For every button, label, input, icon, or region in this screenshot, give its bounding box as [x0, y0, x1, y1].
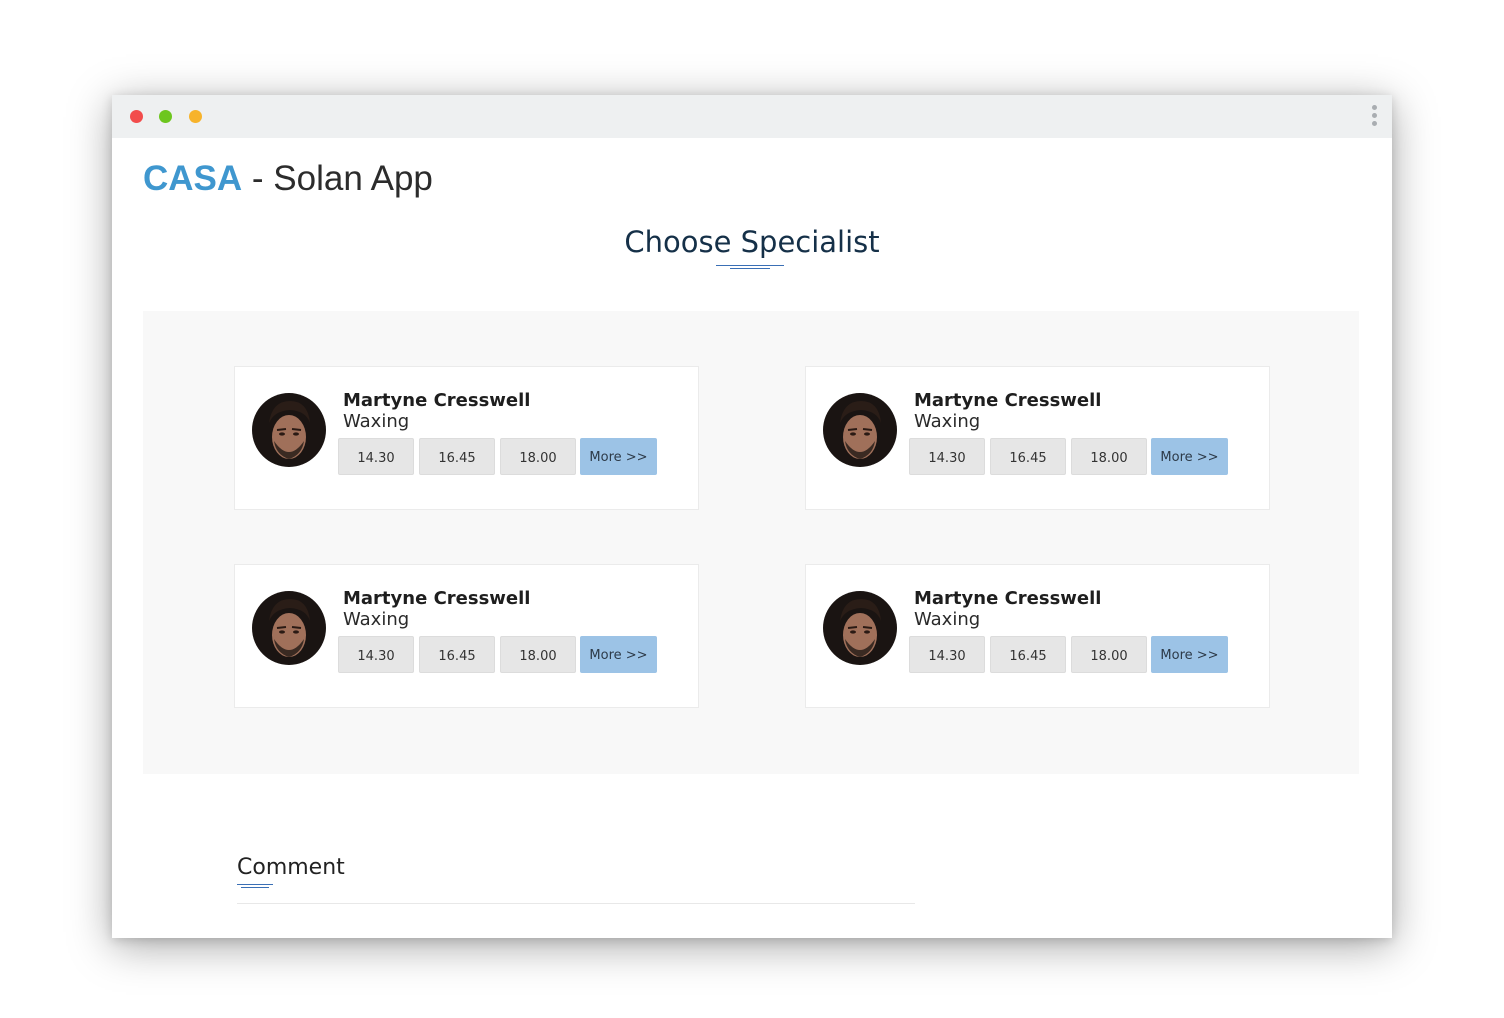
app-name: - Solan App — [242, 159, 433, 198]
time-slot-button[interactable]: 16.45 — [419, 438, 495, 475]
specialist-name: Martyne Cresswell — [914, 390, 1102, 411]
specialist-service: Waxing — [914, 411, 981, 432]
specialist-card: Martyne Cresswell Waxing 14.30 16.45 18.… — [805, 564, 1270, 708]
time-slot-button[interactable]: 14.30 — [338, 438, 414, 475]
close-window-dot[interactable] — [130, 110, 143, 123]
specialists-panel: Martyne Cresswell Waxing 14.30 16.45 18.… — [143, 311, 1359, 774]
time-slot-button[interactable]: 14.30 — [909, 438, 985, 475]
specialist-service: Waxing — [914, 609, 981, 630]
more-slots-button[interactable]: More >> — [580, 636, 657, 673]
specialist-card: Martyne Cresswell Waxing 14.30 16.45 18.… — [234, 564, 699, 708]
app-title: CASA - Solan App — [143, 159, 433, 199]
time-slot-button[interactable]: 14.30 — [338, 636, 414, 673]
specialist-name: Martyne Cresswell — [343, 588, 531, 609]
comment-input-line[interactable] — [237, 903, 915, 904]
avatar — [823, 591, 897, 665]
time-slot-button[interactable]: 18.00 — [500, 438, 576, 475]
time-slot-button[interactable]: 16.45 — [990, 438, 1066, 475]
avatar — [252, 591, 326, 665]
time-slot-button[interactable]: 18.00 — [1071, 636, 1147, 673]
page-title: Choose Specialist — [624, 225, 880, 259]
specialist-card: Martyne Cresswell Waxing 14.30 16.45 18.… — [234, 366, 699, 510]
time-slot-button[interactable]: 18.00 — [500, 636, 576, 673]
window-titlebar — [112, 95, 1392, 138]
avatar — [252, 393, 326, 467]
avatar — [823, 393, 897, 467]
title-underline-decoration — [716, 265, 784, 269]
time-slot-button[interactable]: 16.45 — [990, 636, 1066, 673]
time-slot-button[interactable]: 14.30 — [909, 636, 985, 673]
comment-label: Comment — [237, 855, 345, 880]
browser-window: CASA - Solan App Choose Specialist Marty… — [112, 95, 1392, 938]
more-slots-button[interactable]: More >> — [1151, 438, 1228, 475]
time-slot-button[interactable]: 18.00 — [1071, 438, 1147, 475]
time-slot-button[interactable]: 16.45 — [419, 636, 495, 673]
maximize-window-dot[interactable] — [159, 110, 172, 123]
comment-underline-decoration — [237, 884, 273, 888]
specialist-name: Martyne Cresswell — [914, 588, 1102, 609]
specialist-service: Waxing — [343, 411, 410, 432]
specialist-card: Martyne Cresswell Waxing 14.30 16.45 18.… — [805, 366, 1270, 510]
brand-name: CASA — [143, 159, 243, 198]
more-slots-button[interactable]: More >> — [580, 438, 657, 475]
specialist-service: Waxing — [343, 609, 410, 630]
more-slots-button[interactable]: More >> — [1151, 636, 1228, 673]
kebab-menu-icon[interactable] — [1370, 105, 1378, 129]
minimize-window-dot[interactable] — [189, 110, 202, 123]
specialist-name: Martyne Cresswell — [343, 390, 531, 411]
